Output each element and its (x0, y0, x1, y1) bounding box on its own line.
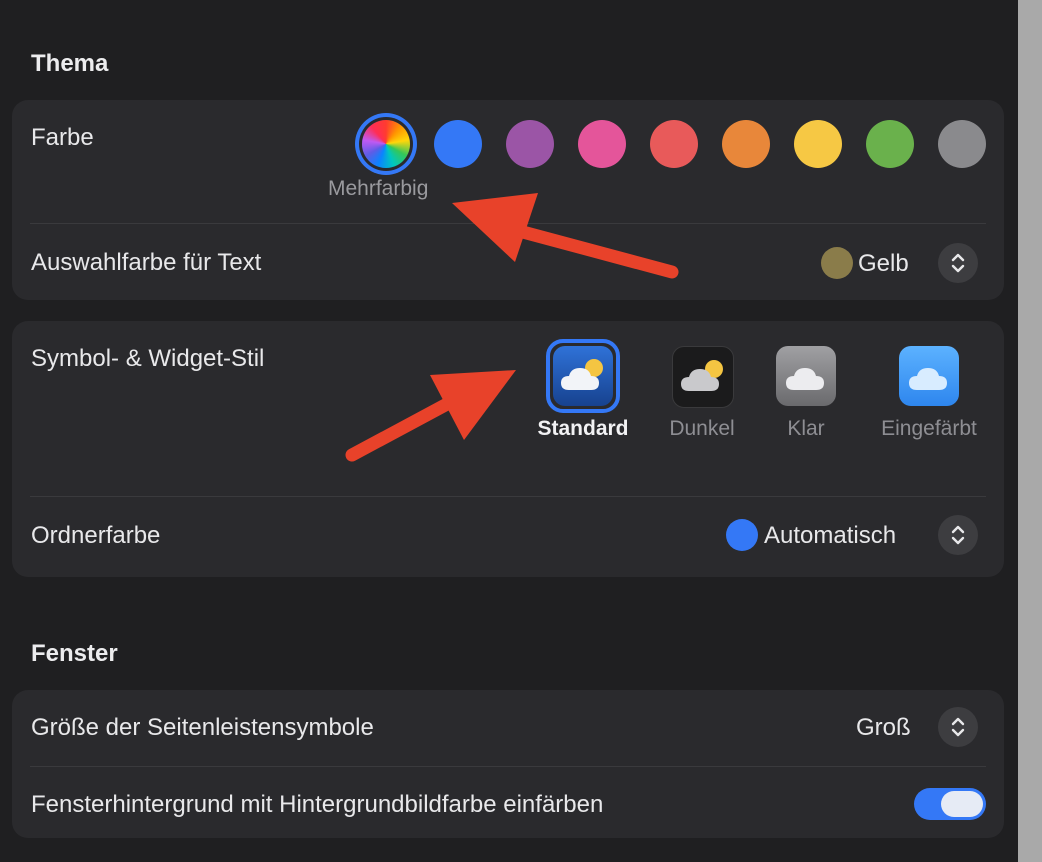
swatch-pink[interactable] (578, 120, 626, 168)
up-down-chevron-icon (951, 253, 965, 273)
widget-style-dark-icon[interactable] (672, 346, 734, 408)
up-down-chevron-icon (951, 525, 965, 545)
separator (30, 223, 986, 224)
separator (30, 766, 986, 767)
folder-color-label: Ordnerfarbe (31, 522, 161, 549)
text-highlight-popup-button[interactable] (938, 243, 978, 283)
theme-color-card: Farbe Mehrfarbig Auswahlfarbe für Text G… (12, 100, 1004, 300)
tint-background-toggle[interactable] (914, 788, 986, 820)
sidebar-icon-size-value[interactable]: Groß (856, 714, 911, 742)
text-highlight-label: Auswahlfarbe für Text (31, 249, 262, 276)
section-title-window: Fenster (31, 640, 118, 667)
icon-folder-card: Symbol- & Widget-Stil Standard Dunkel Kl… (12, 321, 1004, 577)
highlight-color-dot (821, 247, 853, 279)
widget-style-tinted-icon[interactable] (899, 346, 959, 406)
section-title-theme: Thema (31, 50, 109, 77)
widget-style-clear-label[interactable]: Klar (766, 417, 846, 441)
separator (30, 496, 986, 497)
selected-color-caption: Mehrfarbig (328, 177, 429, 200)
text-highlight-value[interactable]: Gelb (858, 250, 909, 278)
widget-style-dark-label[interactable]: Dunkel (652, 417, 752, 441)
swatch-orange[interactable] (722, 120, 770, 168)
sidebar-icon-size-popup-button[interactable] (938, 707, 978, 747)
color-label: Farbe (31, 124, 94, 151)
widget-style-standard-icon[interactable] (553, 346, 613, 406)
sidebar-icon-size-label: Größe der Seitenleistensymbole (31, 714, 374, 741)
tint-background-label: Fensterhintergrund mit Hintergrundbildfa… (31, 791, 604, 818)
swatch-green[interactable] (866, 120, 914, 168)
icon-widget-style-label: Symbol- & Widget-Stil (31, 345, 265, 372)
widget-style-tinted-label[interactable]: Eingefärbt (872, 417, 986, 441)
swatch-blue[interactable] (434, 120, 482, 168)
scrollbar[interactable] (1018, 0, 1042, 862)
up-down-chevron-icon (951, 717, 965, 737)
folder-color-dot (726, 519, 758, 551)
swatch-graphite[interactable] (938, 120, 986, 168)
swatch-yellow[interactable] (794, 120, 842, 168)
window-card: Größe der Seitenleistensymbole Groß Fens… (12, 690, 1004, 838)
folder-color-popup-button[interactable] (938, 515, 978, 555)
toggle-knob (941, 791, 983, 817)
folder-color-value[interactable]: Automatisch (764, 522, 896, 550)
widget-style-standard-label[interactable]: Standard (528, 417, 638, 441)
swatch-purple[interactable] (506, 120, 554, 168)
widget-style-clear-icon[interactable] (776, 346, 836, 406)
swatch-multicolor[interactable] (362, 120, 410, 168)
swatch-red[interactable] (650, 120, 698, 168)
